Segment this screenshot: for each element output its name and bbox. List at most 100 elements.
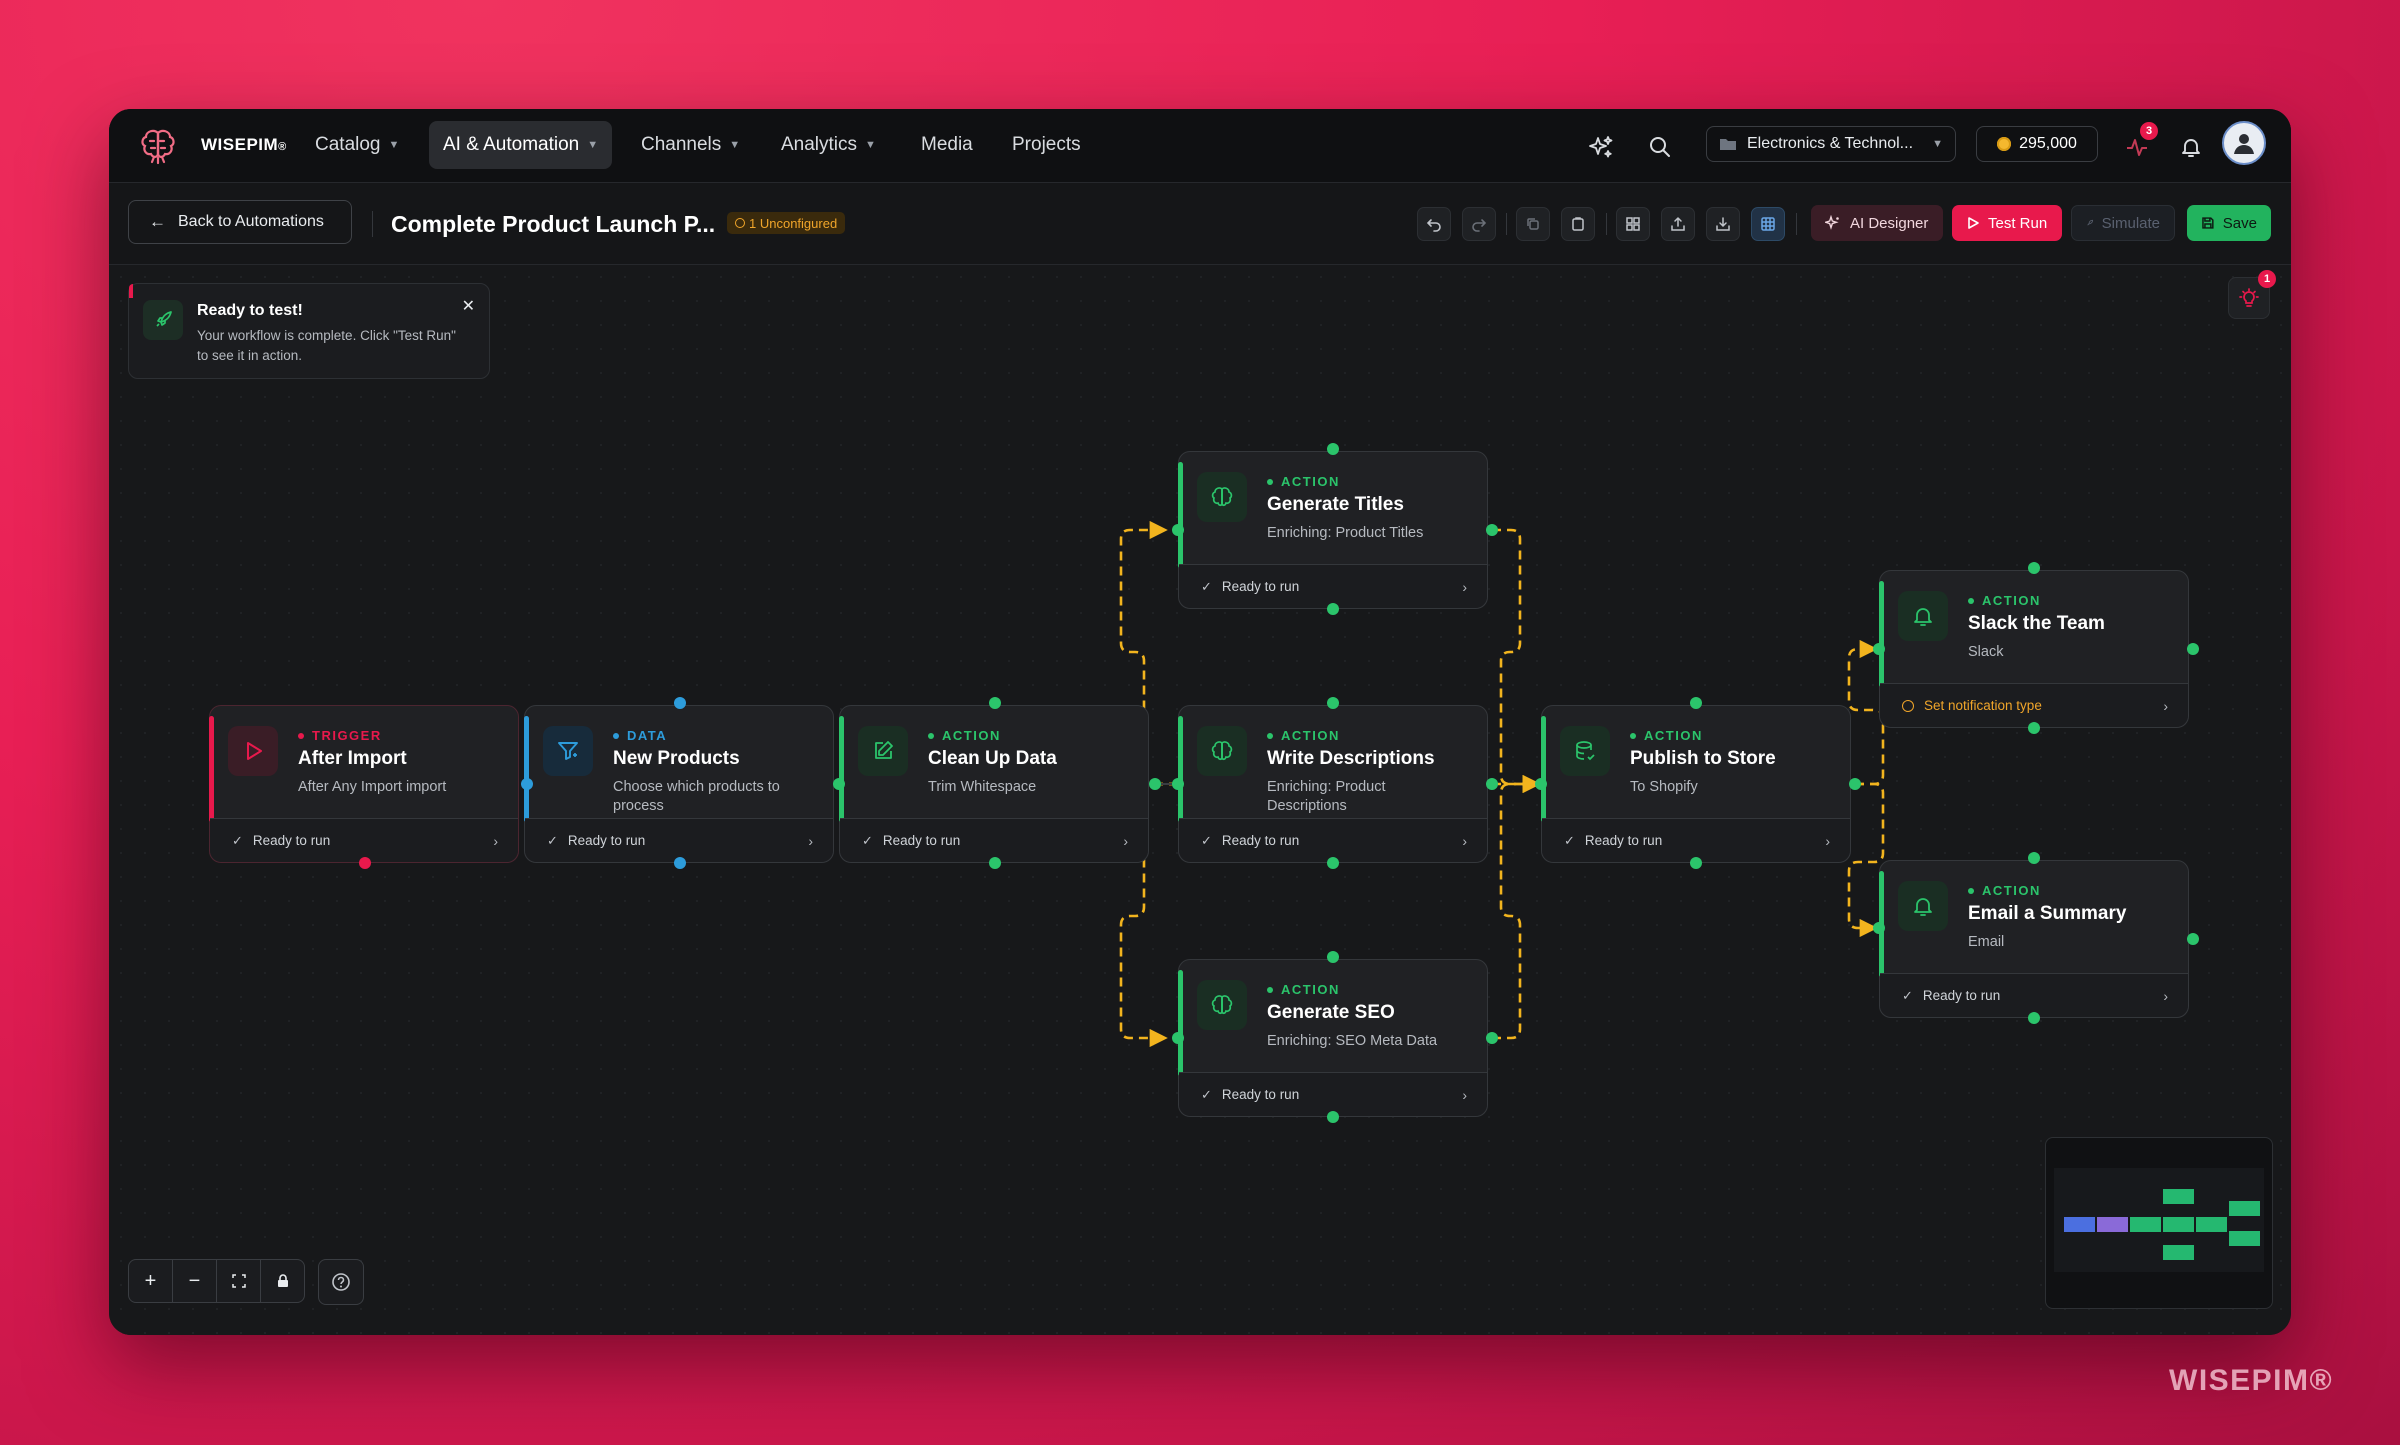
node-port-output[interactable]	[989, 857, 1001, 869]
zoom-in-icon[interactable]: +	[128, 1259, 173, 1303]
workflow-title[interactable]: Complete Product Launch P...	[391, 211, 715, 238]
node-port-input[interactable]	[1327, 443, 1339, 455]
node-port-input[interactable]	[2028, 562, 2040, 574]
node-generate-titles[interactable]: ACTION Generate Titles Enriching: Produc…	[1178, 451, 1488, 609]
brand-name[interactable]: WISEPIM®	[201, 135, 287, 155]
node-port-input[interactable]	[1873, 922, 1885, 934]
zoom-out-icon[interactable]: −	[172, 1259, 217, 1303]
brain-logo-icon[interactable]	[137, 125, 179, 167]
node-generate-seo[interactable]: ACTION Generate SEO Enriching: SEO Meta …	[1178, 959, 1488, 1117]
node-subtitle: Email	[1968, 934, 2005, 950]
copy-icon[interactable]	[1516, 207, 1550, 241]
node-port-input[interactable]	[1873, 643, 1885, 655]
minimap-node	[2130, 1217, 2161, 1232]
node-port-output[interactable]	[1486, 1032, 1498, 1044]
workflow-canvas[interactable]: Ready to test! Your workflow is complete…	[109, 265, 2291, 1335]
node-status[interactable]: ✓ Ready to run ›	[1880, 973, 2188, 1017]
node-port-input[interactable]	[1172, 1032, 1184, 1044]
node-port-output[interactable]	[1327, 857, 1339, 869]
node-port-input[interactable]	[2028, 852, 2040, 864]
node-slack-the-team[interactable]: ACTION Slack the Team Slack Set notifica…	[1879, 570, 2189, 728]
node-status[interactable]: ✓ Ready to run ›	[1179, 564, 1487, 608]
node-title: New Products	[613, 748, 740, 769]
node-port-input[interactable]	[1172, 778, 1184, 790]
export-icon[interactable]	[1661, 207, 1695, 241]
close-icon[interactable]: ✕	[462, 296, 475, 316]
node-title: After Import	[298, 748, 407, 769]
node-new-products[interactable]: DATA New Products Choose which products …	[524, 705, 834, 863]
node-email-a-summary[interactable]: ACTION Email a Summary Email ✓ Ready to r…	[1879, 860, 2189, 1018]
user-avatar[interactable]	[2222, 121, 2266, 165]
node-port-input[interactable]	[1535, 778, 1547, 790]
workspace-selector[interactable]: Electronics & Technol... ▼	[1706, 126, 1956, 162]
node-status[interactable]: ✓ Ready to run ›	[840, 818, 1148, 862]
node-status[interactable]: ✓ Ready to run ›	[1542, 818, 1850, 862]
node-port-output[interactable]	[2028, 722, 2040, 734]
node-port-input[interactable]	[674, 697, 686, 709]
node-port-input[interactable]	[989, 697, 1001, 709]
auto-layout-icon[interactable]	[1616, 207, 1650, 241]
node-accent-bar	[1178, 716, 1183, 822]
nav-catalog[interactable]: Catalog ▼	[301, 121, 413, 169]
ai-designer-button[interactable]: AI Designer	[1811, 205, 1943, 241]
node-port-input[interactable]	[1327, 697, 1339, 709]
node-status[interactable]: Set notification type ›	[1880, 683, 2188, 727]
node-status[interactable]: ✓ Ready to run ›	[1179, 1072, 1487, 1116]
node-port-output[interactable]	[1327, 603, 1339, 615]
chevron-right-icon: ›	[1462, 832, 1467, 849]
simulate-button[interactable]: Simulate	[2071, 205, 2175, 241]
node-port-output[interactable]	[1849, 778, 1861, 790]
node-port-output[interactable]	[1149, 778, 1161, 790]
node-port-input[interactable]	[833, 778, 845, 790]
play-icon	[1968, 217, 1979, 229]
test-run-button[interactable]: Test Run	[1952, 205, 2062, 241]
bell-icon[interactable]	[2173, 129, 2209, 165]
import-icon[interactable]	[1706, 207, 1740, 241]
chevron-right-icon: ›	[2163, 987, 2168, 1004]
node-port-input[interactable]	[521, 778, 533, 790]
node-write-descriptions[interactable]: ACTION Write Descriptions Enriching: Pro…	[1178, 705, 1488, 863]
nav-ai-automation[interactable]: AI & Automation ▼	[429, 121, 613, 169]
back-to-automations-button[interactable]: ← Back to Automations	[128, 200, 352, 244]
redo-icon[interactable]	[1462, 207, 1496, 241]
minimap[interactable]	[2045, 1137, 2273, 1309]
save-button[interactable]: Save	[2187, 205, 2271, 241]
sparkles-icon[interactable]	[1583, 129, 1619, 165]
node-clean-up-data[interactable]: ACTION Clean Up Data Trim Whitespace ✓ Re…	[839, 705, 1149, 863]
node-type-label: DATA	[613, 728, 667, 743]
lock-icon[interactable]	[260, 1259, 305, 1303]
node-port-output[interactable]	[359, 857, 371, 869]
node-port-output[interactable]	[1486, 524, 1498, 536]
node-port-output[interactable]	[1486, 778, 1498, 790]
node-port-input[interactable]	[1690, 697, 1702, 709]
grid-toggle-icon[interactable]	[1751, 207, 1785, 241]
node-accent-bar	[1541, 716, 1546, 822]
node-port-output[interactable]	[2187, 933, 2199, 945]
node-status[interactable]: ✓ Ready to run ›	[525, 818, 833, 862]
fit-view-icon[interactable]	[216, 1259, 261, 1303]
nav-media[interactable]: Media	[907, 121, 987, 169]
nav-projects[interactable]: Projects	[998, 121, 1095, 169]
node-port-output[interactable]	[1690, 857, 1702, 869]
node-port-output[interactable]	[2028, 1012, 2040, 1024]
help-icon[interactable]	[318, 1259, 364, 1305]
toast-title: Ready to test!	[197, 302, 303, 319]
node-status[interactable]: ✓ Ready to run ›	[210, 818, 518, 862]
node-publish-to-store[interactable]: ACTION Publish to Store To Shopify ✓ Read…	[1541, 705, 1851, 863]
undo-icon[interactable]	[1417, 207, 1451, 241]
search-icon[interactable]	[1642, 129, 1678, 165]
node-after-import[interactable]: TRIGGER After Import After Any Import im…	[209, 705, 519, 863]
nav-analytics[interactable]: Analytics ▼	[767, 121, 890, 169]
credits-balance[interactable]: 295,000	[1976, 126, 2098, 162]
divider	[372, 211, 373, 237]
node-port-output[interactable]	[1327, 1111, 1339, 1123]
unconfigured-badge[interactable]: 1 Unconfigured	[727, 212, 846, 234]
clipboard-icon[interactable]	[1561, 207, 1595, 241]
node-port-input[interactable]	[1327, 951, 1339, 963]
nav-channels[interactable]: Channels ▼	[627, 121, 754, 169]
check-icon: ✓	[862, 832, 873, 848]
node-port-output[interactable]	[2187, 643, 2199, 655]
node-port-input[interactable]	[1172, 524, 1184, 536]
node-status[interactable]: ✓ Ready to run ›	[1179, 818, 1487, 862]
node-port-output[interactable]	[674, 857, 686, 869]
